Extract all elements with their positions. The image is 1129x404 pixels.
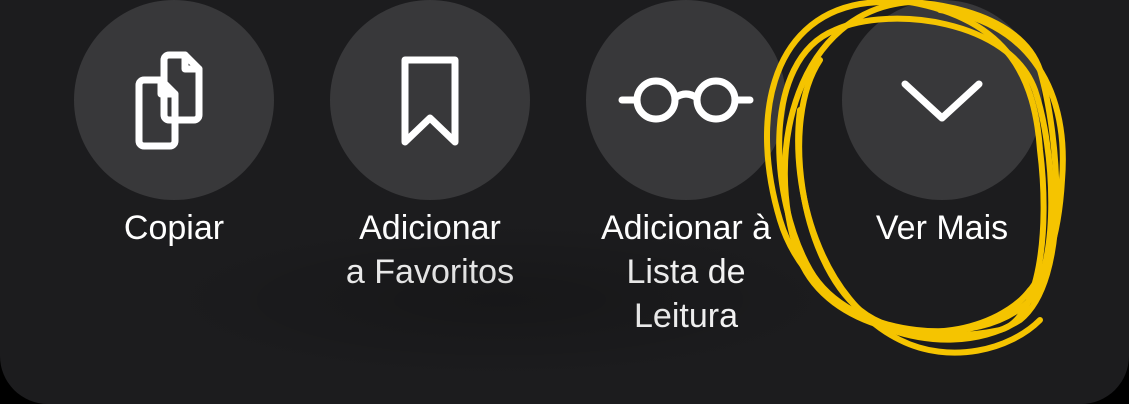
bookmark-icon	[401, 56, 459, 146]
add-bookmark-button[interactable]	[330, 0, 530, 200]
add-reading-list-action[interactable]: Adicionar à Lista de Leitura	[576, 0, 796, 360]
more-button[interactable]	[842, 0, 1042, 200]
add-reading-list-button[interactable]	[586, 0, 786, 200]
add-bookmark-action[interactable]: Adicionar a Favoritos	[320, 0, 540, 360]
copy-action[interactable]: Copiar	[64, 0, 284, 360]
copy-button[interactable]	[74, 0, 274, 200]
add-bookmark-label: Adicionar a Favoritos	[345, 209, 515, 291]
add-reading-list-label: Adicionar à Lista de Leitura	[600, 209, 772, 335]
more-label: Ver Mais	[875, 209, 1009, 247]
share-sheet-actions-panel: Copiar Adicionar a Favoritos Adicionar à…	[0, 0, 1129, 404]
chevron-down-icon	[901, 80, 983, 122]
copy-icon	[135, 51, 203, 150]
glasses-icon	[618, 77, 754, 123]
copy-label: Copiar	[123, 209, 225, 247]
more-action[interactable]: Ver Mais	[832, 0, 1052, 360]
